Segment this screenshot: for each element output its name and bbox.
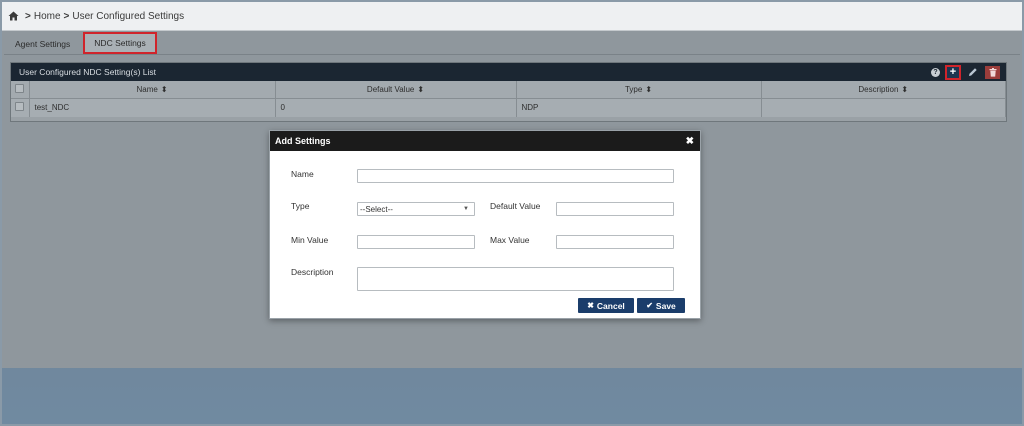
chevron-down-icon: ▼ [463,206,469,212]
min-value-input[interactable] [357,235,475,249]
select-all-checkbox[interactable] [15,83,25,93]
table-row[interactable]: test_NDC 0 NDP [11,98,1006,117]
edit-button[interactable] [966,66,980,79]
column-header-default-value[interactable]: Default Value ⬍ [275,81,517,99]
description-textarea[interactable] [357,267,674,291]
cancel-button[interactable]: ✖ Cancel [578,298,634,313]
dialog-title: Add Settings [275,136,331,146]
sort-icon: ⬍ [645,84,653,94]
cell-name: test_NDC [29,98,276,117]
tab-bar: Agent Settings NDC Settings [4,32,1020,55]
type-select-value: --Select-- [360,204,393,214]
max-value-input[interactable] [556,235,674,249]
row-select-cell [11,98,30,117]
panel-toolbar: ? + [931,64,1000,80]
cancel-button-label: Cancel [596,300,625,311]
min-value-label: Min Value [291,235,329,245]
close-icon: ✖ [587,301,594,310]
default-value-label: Default Value [490,201,541,211]
cell-type: NDP [516,98,762,117]
settings-list-panel: User Configured NDC Setting(s) List ? + … [10,62,1007,122]
cell-description [761,98,1006,117]
panel-header: User Configured NDC Setting(s) List ? + [11,63,1006,81]
tab-ndc-settings[interactable]: NDC Settings [83,32,157,54]
column-header-name[interactable]: Name ⬍ [29,81,276,99]
breadcrumb-current: User Configured Settings [72,10,185,22]
home-icon[interactable] [8,11,19,21]
tab-agent-settings[interactable]: Agent Settings [6,34,79,54]
column-header-type[interactable]: Type ⬍ [516,81,762,99]
delete-button[interactable] [985,65,1000,79]
chevron-right-icon: > [63,10,70,22]
trash-icon [989,67,996,77]
row-checkbox[interactable] [15,102,24,112]
select-all-cell [11,81,30,99]
name-label: Name [291,169,314,179]
sort-icon: ⬍ [417,84,425,94]
sort-icon: ⬍ [901,84,909,94]
max-value-label: Max Value [490,235,530,245]
panel-title: User Configured NDC Setting(s) List [19,67,156,77]
settings-table: Name ⬍ Default Value ⬍ Type ⬍ Description ⬍ … [11,81,1006,117]
type-label: Type [291,201,310,211]
column-header-description[interactable]: Description ⬍ [761,81,1006,99]
check-icon: ✔ [646,301,653,310]
breadcrumb-home-link[interactable]: Home [34,11,61,22]
pencil-icon [969,68,977,76]
chevron-right-icon: > [25,10,31,22]
name-input[interactable] [357,169,674,183]
dialog-header: Add Settings ✖ [270,131,700,151]
description-label: Description [291,267,334,277]
default-value-input[interactable] [556,202,674,216]
add-settings-dialog: Add Settings ✖ Name Type --Select-- ▼ De… [269,130,701,319]
type-select[interactable]: --Select-- ▼ [357,202,475,216]
save-button[interactable]: ✔ Save [637,298,685,313]
sort-icon: ⬍ [160,84,168,94]
cell-default-value: 0 [275,98,517,117]
help-icon[interactable]: ? [931,67,940,77]
save-button-label: Save [655,300,676,311]
breadcrumb: > Home > User Configured Settings [2,2,1022,31]
close-icon[interactable]: ✖ [686,136,694,147]
add-button[interactable]: + [945,64,961,80]
